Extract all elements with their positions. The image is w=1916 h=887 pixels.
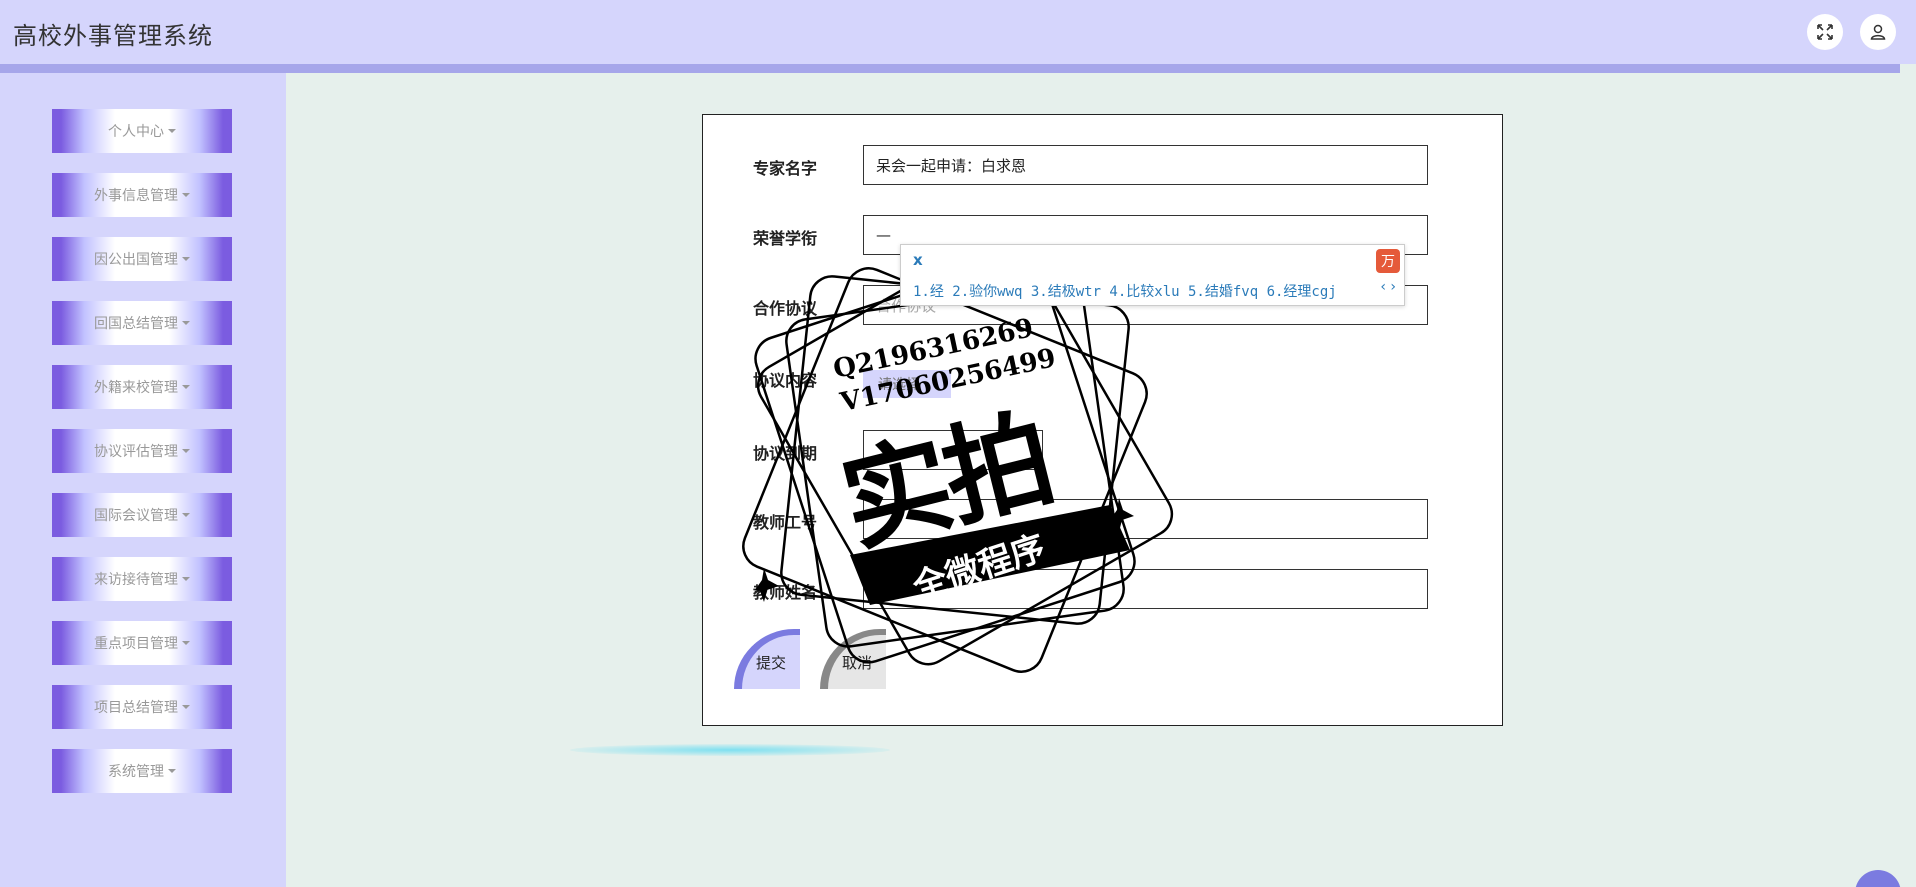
teacher-id-label: 教师工号: [753, 513, 818, 532]
ime-logo-icon: 万: [1376, 249, 1400, 273]
sidebar-item-foreign-visitors[interactable]: 外籍来校管理: [52, 365, 232, 409]
sidebar-item-foreign-affairs[interactable]: 外事信息管理: [52, 173, 232, 217]
sidebar-item-label: 外事信息管理: [94, 188, 178, 204]
ime-page-nav[interactable]: ‹ ›: [1380, 279, 1396, 295]
app-title: 高校外事管理系统: [13, 22, 213, 50]
sidebar-item-project-summary[interactable]: 项目总结管理: [52, 685, 232, 729]
caret-down-icon: [182, 577, 190, 581]
caret-down-icon: [182, 641, 190, 645]
sidebar-item-system[interactable]: 系统管理: [52, 749, 232, 793]
agreement-content-chip[interactable]: 请选择: [863, 370, 951, 398]
ime-typed-text: x: [913, 251, 923, 269]
caret-down-icon: [168, 129, 176, 133]
caret-down-icon: [182, 705, 190, 709]
sidebar-item-label: 个人中心: [108, 124, 164, 140]
sidebar-item-label: 系统管理: [108, 764, 164, 780]
sidebar-item-label: 国际会议管理: [94, 508, 178, 524]
teacher-name-label: 教师姓名: [753, 583, 818, 602]
expert-name-label: 专家名字: [753, 159, 818, 178]
sidebar-item-label: 因公出国管理: [94, 252, 178, 268]
sidebar-item-key-projects[interactable]: 重点项目管理: [52, 621, 232, 665]
sidebar-item-visit-reception[interactable]: 来访接待管理: [52, 557, 232, 601]
expert-name-input[interactable]: 呆会一起申请：白求恩: [863, 145, 1428, 185]
teacher-id-input[interactable]: [863, 499, 1428, 539]
caret-down-icon: [182, 385, 190, 389]
edit-form: [702, 114, 1503, 726]
floating-action-ball[interactable]: [1855, 870, 1901, 887]
sidebar: 个人中心 外事信息管理 因公出国管理 回国总结管理 外籍来校管理 协议评估管理 …: [0, 73, 286, 887]
caret-down-icon: [168, 769, 176, 773]
ime-candidate-list[interactable]: 1.经 2.验你wwq 3.结极wtr 4.比较xlu 5.结婚fvq 6.经理…: [913, 281, 1337, 301]
agreement-expiry-label: 协议到期: [753, 444, 818, 463]
sidebar-item-return-summary[interactable]: 回国总结管理: [52, 301, 232, 345]
agreement-content-label: 协议内容: [753, 371, 818, 390]
decorative-glow: [570, 744, 890, 756]
honor-title-label: 荣誉学衔: [753, 229, 818, 248]
sidebar-item-agreement-eval[interactable]: 协议评估管理: [52, 429, 232, 473]
sidebar-item-official-abroad[interactable]: 因公出国管理: [52, 237, 232, 281]
sidebar-item-label: 重点项目管理: [94, 636, 178, 652]
sidebar-item-label: 回国总结管理: [94, 316, 178, 332]
ime-candidate-popup: x 万 1.经 2.验你wwq 3.结极wtr 4.比较xlu 5.结婚fvq …: [900, 244, 1405, 306]
sidebar-item-label: 来访接待管理: [94, 572, 178, 588]
caret-down-icon: [182, 449, 190, 453]
sidebar-item-intl-conference[interactable]: 国际会议管理: [52, 493, 232, 537]
sidebar-item-label: 外籍来校管理: [94, 380, 178, 396]
caret-down-icon: [182, 321, 190, 325]
teacher-name-input[interactable]: 杨海: [863, 569, 1428, 609]
expand-icon[interactable]: [1807, 14, 1843, 50]
agreement-label: 合作协议: [753, 299, 818, 318]
caret-down-icon: [182, 513, 190, 517]
top-bar: 高校外事管理系统: [0, 0, 1916, 64]
caret-down-icon: [182, 193, 190, 197]
sidebar-item-label: 协议评估管理: [94, 444, 178, 460]
user-icon[interactable]: [1860, 14, 1896, 50]
sidebar-item-label: 项目总结管理: [94, 700, 178, 716]
top-bar-divider: [0, 64, 1900, 73]
agreement-expiry-input[interactable]: [863, 430, 1043, 470]
caret-down-icon: [182, 257, 190, 261]
sidebar-item-personal-center[interactable]: 个人中心: [52, 109, 232, 153]
